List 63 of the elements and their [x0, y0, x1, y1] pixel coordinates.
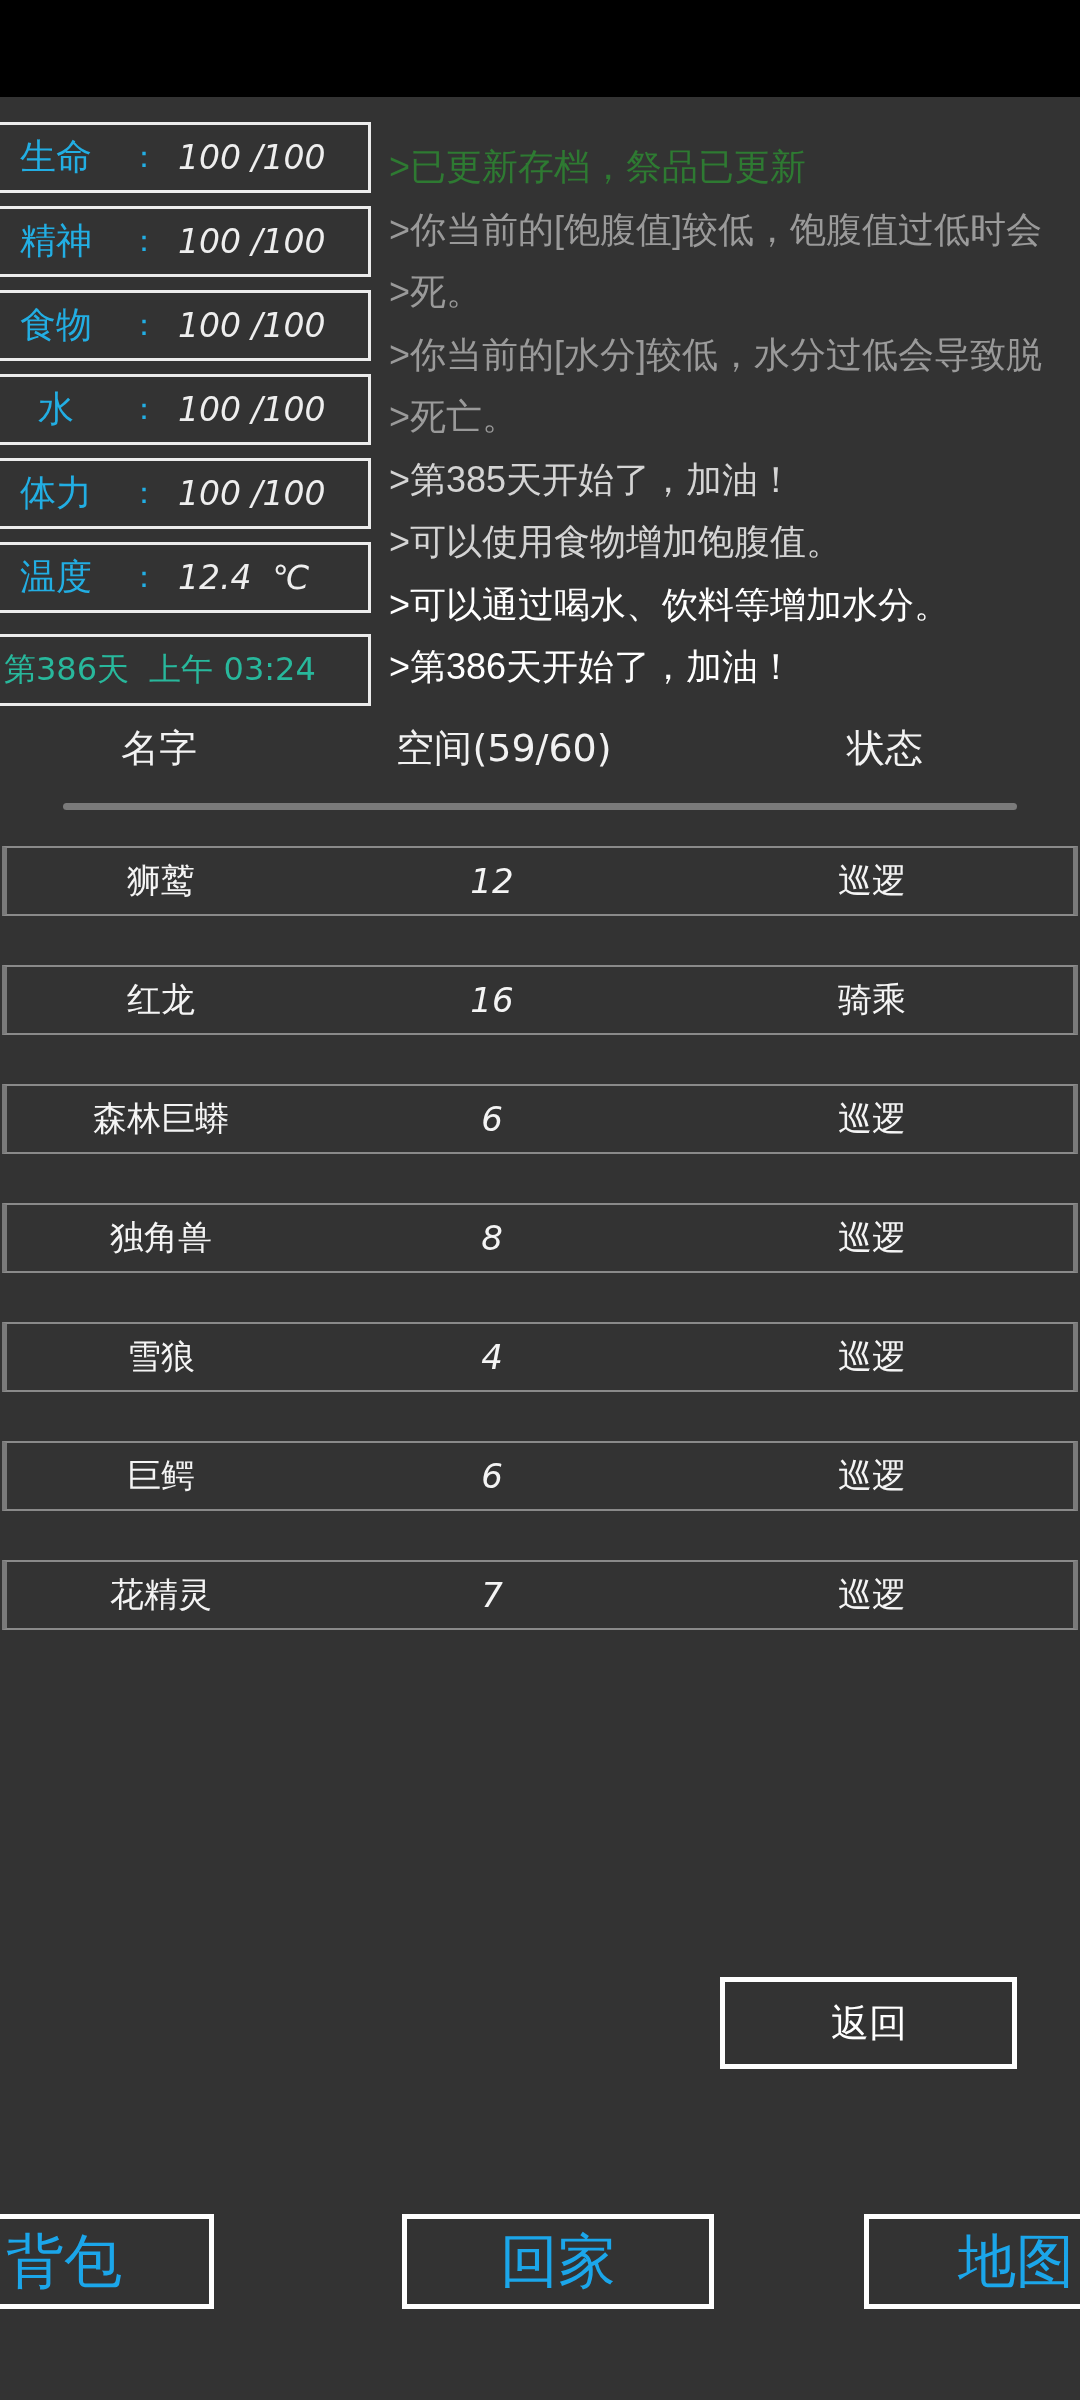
stat-colon: ：: [128, 307, 160, 343]
stat-label: 食物: [19, 303, 93, 347]
table-cell-text: 巡逻: [836, 1216, 907, 1259]
pet-row[interactable]: 花精灵 7 巡逻: [2, 1560, 1078, 1630]
table-cell-text: 雪狼: [125, 1335, 196, 1378]
stat-colon: ：: [128, 559, 160, 595]
log-message: >第386天开始了，加油！: [389, 645, 796, 689]
log-message: >死。: [389, 270, 484, 314]
pet-row[interactable]: 森林巨蟒 6 巡逻: [2, 1084, 1078, 1154]
stat-value: 100 /100: [178, 306, 326, 345]
log-message: >可以通过喝水、饮料等增加水分。: [389, 582, 952, 627]
table-cell-text: 狮鹫: [125, 859, 196, 902]
table-cell-text: 7: [480, 1575, 504, 1615]
nav-button[interactable]: 回家: [402, 2214, 714, 2309]
stat-label: 温度: [19, 555, 93, 599]
log-message: >死亡。: [389, 395, 520, 439]
log-message: >你当前的[水分]较低，水分过低会导致脱: [389, 332, 1044, 377]
table-cell-text: 独角兽: [108, 1216, 213, 1259]
table-cell-text: 12: [469, 861, 515, 901]
table-cell-text: 巡逻: [836, 1573, 907, 1616]
log-message: >已更新存档，祭品已更新: [389, 145, 808, 189]
stat-label: 生命: [19, 135, 93, 179]
stat-value: 100 /100: [178, 390, 326, 429]
stat-colon: ：: [128, 391, 160, 427]
stat-value: 100 /100: [178, 138, 326, 177]
nav-button[interactable]: 背包: [0, 2214, 214, 2309]
day-time-display: 第386天 上午 03:24: [0, 634, 371, 706]
table-cell-text: 6: [480, 1099, 504, 1139]
table-cell-text: 骑乘: [836, 978, 907, 1021]
pet-row[interactable]: 独角兽 8 巡逻: [2, 1203, 1078, 1273]
pet-row[interactable]: 巨鳄 6 巡逻: [2, 1441, 1078, 1511]
stat-colon: ：: [128, 139, 160, 175]
return-button[interactable]: 返回: [720, 1977, 1017, 2069]
table-cell-text: 巡逻: [836, 859, 907, 902]
table-cell-text: 8: [480, 1218, 504, 1258]
table-cell-text: 红龙: [125, 978, 196, 1021]
log-message: >可以使用食物增加饱腹值。: [389, 520, 844, 564]
stat-value: 100 /100: [178, 474, 326, 513]
stat-value: 100 /100: [178, 222, 326, 261]
column-header: 名字: [120, 724, 198, 772]
stat-label: 水: [37, 387, 75, 431]
table-cell-text: 森林巨蟒: [91, 1097, 230, 1140]
nav-button[interactable]: 地图: [864, 2214, 1080, 2309]
pet-row[interactable]: 雪狼 4 巡逻: [2, 1322, 1078, 1392]
log-message: >第385天开始了，加油！: [389, 457, 796, 502]
table-cell-text: 4: [480, 1337, 504, 1377]
stat-colon: ：: [128, 475, 160, 511]
table-cell-text: 巡逻: [836, 1335, 907, 1378]
stat-label: 体力: [19, 471, 93, 515]
stat-colon: ：: [128, 223, 160, 259]
stat-label: 精神: [19, 219, 93, 263]
column-header: 状态: [845, 724, 924, 772]
column-header: 空间(59/60): [395, 724, 613, 772]
table-cell-text: 花精灵: [108, 1573, 213, 1616]
table-cell-text: 16: [469, 980, 515, 1020]
stat-value: 12.4 ℃: [178, 558, 310, 597]
table-cell-text: 巡逻: [836, 1097, 907, 1140]
table-cell-text: 6: [480, 1456, 504, 1496]
table-cell-text: 巨鳄: [125, 1454, 196, 1497]
pet-row[interactable]: 狮鹫 12 巡逻: [2, 846, 1078, 916]
log-message: >你当前的[饱腹值]较低，饱腹值过低时会: [389, 207, 1044, 252]
table-cell-text: 巡逻: [836, 1454, 907, 1497]
pet-row[interactable]: 红龙 16 骑乘: [2, 965, 1078, 1035]
